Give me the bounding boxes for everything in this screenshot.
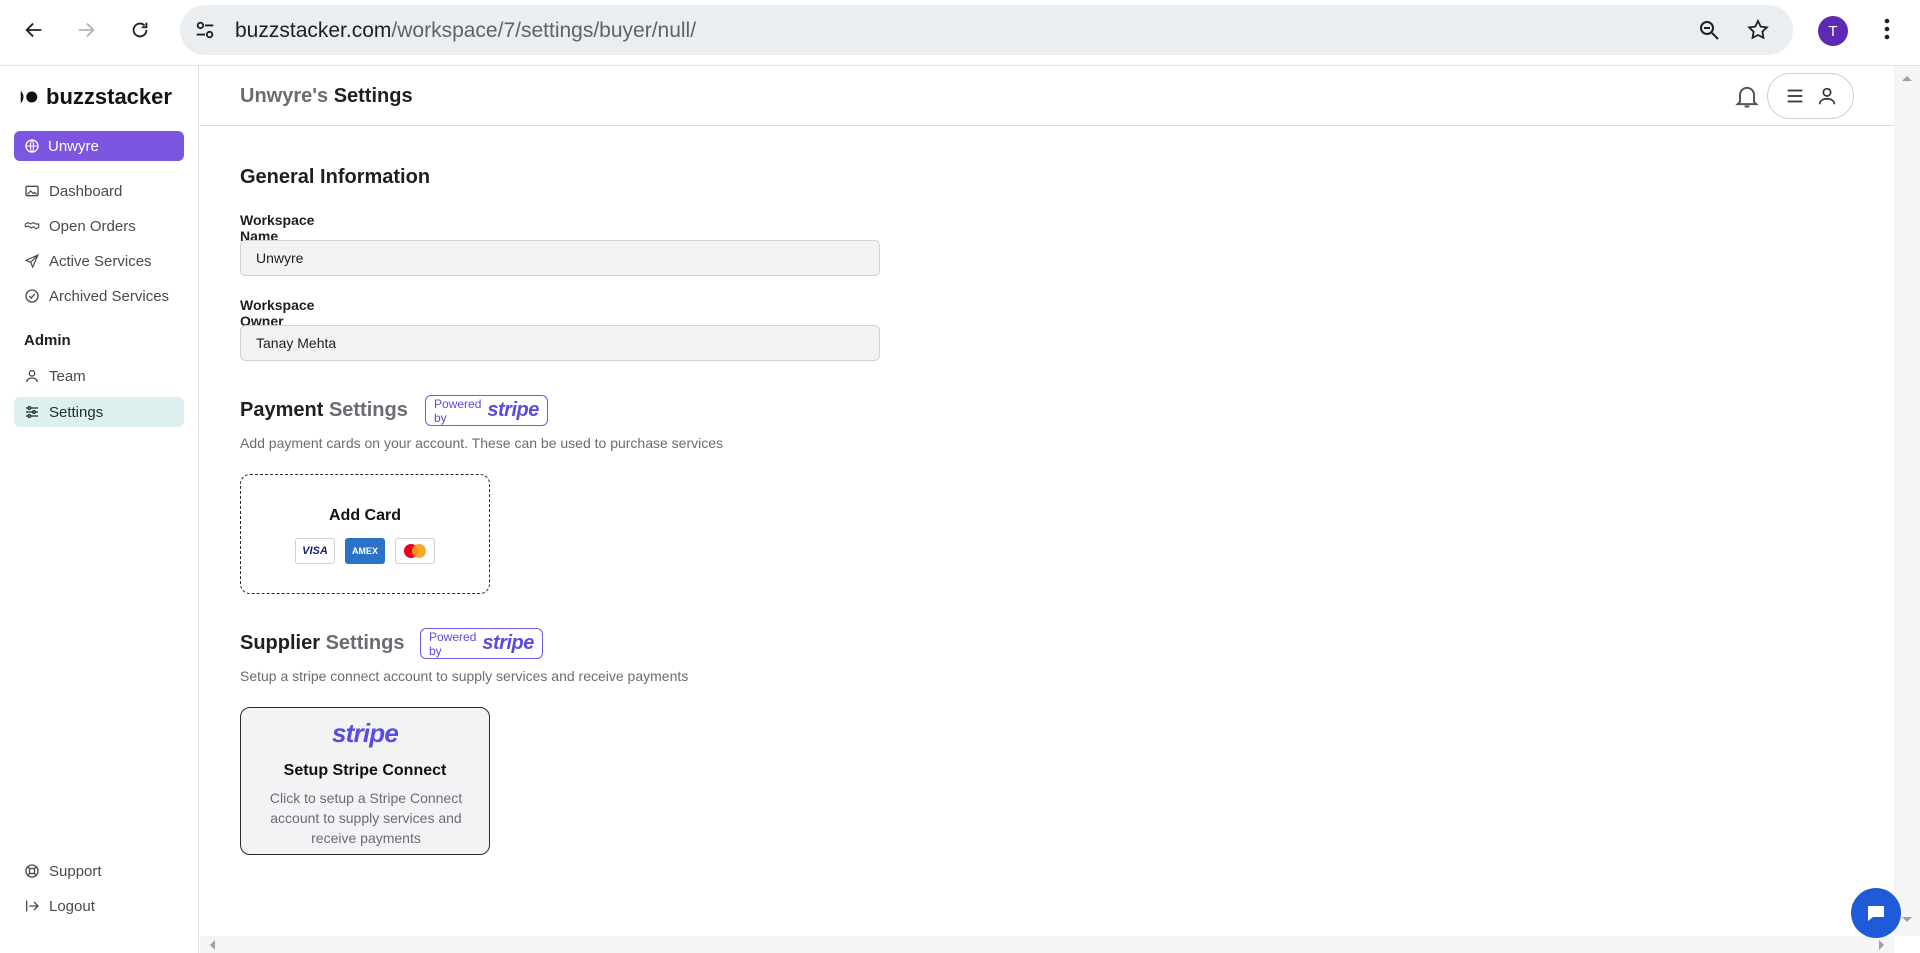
reload-icon — [132, 22, 148, 38]
sidebar-item-team[interactable]: Team — [14, 361, 184, 391]
sliders-icon — [26, 406, 38, 418]
scroll-left-icon[interactable] — [208, 939, 216, 951]
reload-button[interactable] — [120, 10, 160, 50]
sidebar-item-label: Settings — [49, 403, 104, 421]
handshake-icon — [24, 222, 40, 230]
lifebuoy-icon — [25, 864, 39, 878]
sidebar-item-logout[interactable]: Logout — [14, 891, 184, 921]
admin-heading: Admin — [24, 332, 71, 349]
user-icon — [1818, 87, 1835, 105]
stripe-connect-title: Setup Stripe Connect — [283, 762, 447, 779]
sidebar-item-label: Archived Services — [49, 287, 170, 305]
page-title-text: Settings — [333, 85, 413, 107]
sidebar-item-label: Open Orders — [49, 217, 136, 235]
sidebar-item-archived-services[interactable]: Archived Services — [14, 281, 184, 311]
powered-by-stripe-badge[interactable]: Powered by stripe — [420, 628, 543, 659]
forward-button[interactable] — [66, 10, 106, 50]
badge-prefix: Powered by — [429, 629, 477, 658]
sidebar: buzzstacker Unwyre Dashboard Open Orders… — [0, 66, 199, 953]
logout-icon — [26, 900, 39, 912]
stripe-logo: stripe — [331, 718, 399, 748]
arrow-right-icon — [78, 22, 95, 38]
add-card-label: Add Card — [329, 507, 401, 524]
sidebar-item-open-orders[interactable]: Open Orders — [14, 211, 184, 241]
user-menu-button[interactable] — [1767, 73, 1854, 119]
sidebar-item-support[interactable]: Support — [14, 856, 184, 886]
card-brand-logos: VISA AMEX — [295, 538, 435, 564]
sidebar-item-label: Team — [49, 367, 86, 385]
sidebar-item-label: Dashboard — [49, 182, 123, 200]
payment-heading-strong: Payment — [240, 399, 324, 421]
payment-heading-muted: Settings — [328, 399, 408, 421]
powered-by-stripe-badge[interactable]: Powered by stripe — [425, 395, 548, 426]
more-vertical-icon — [1884, 18, 1890, 40]
supplier-heading-muted: Settings — [325, 632, 405, 654]
setup-stripe-connect-button[interactable]: stripe Setup Stripe Connect Click to set… — [240, 707, 490, 855]
scroll-up-icon[interactable] — [1901, 74, 1913, 82]
profile-avatar[interactable]: T — [1818, 16, 1848, 46]
chat-bubble-icon — [1868, 906, 1884, 921]
mastercard-logo — [395, 538, 435, 564]
horizontal-scrollbar[interactable] — [200, 936, 1894, 953]
url-path: /workspace/7/settings/buyer/null/ — [391, 19, 697, 42]
bookmark-star-icon[interactable] — [1746, 18, 1770, 42]
hamburger-icon — [1787, 89, 1802, 103]
arrow-left-icon — [25, 22, 42, 38]
supplier-heading-strong: Supplier — [240, 632, 321, 654]
scroll-right-icon[interactable] — [1878, 939, 1886, 951]
general-information-heading: General Information — [240, 166, 431, 188]
send-icon — [24, 253, 40, 269]
bell-icon[interactable] — [1733, 82, 1761, 110]
browser-menu-button[interactable] — [1872, 14, 1902, 44]
workspace-name-field[interactable]: Unwyre — [240, 240, 880, 276]
check-circle-icon — [25, 289, 39, 303]
amex-logo: AMEX — [345, 538, 385, 564]
buzzstacker-logo-icon — [20, 90, 38, 104]
vertical-scrollbar[interactable] — [1894, 66, 1920, 936]
sidebar-item-label: Logout — [49, 897, 95, 915]
sidebar-item-label: Support — [49, 862, 102, 880]
url-host: buzzstacker.com — [235, 19, 392, 42]
address-bar[interactable]: buzzstacker.com/workspace/7/settings/buy… — [180, 5, 1793, 55]
page-title-workspace: Unwyre's — [240, 85, 329, 107]
payment-description: Add payment cards on your account. These… — [240, 435, 724, 451]
sidebar-item-dashboard[interactable]: Dashboard — [14, 176, 184, 206]
logo-text: buzzstacker — [46, 84, 172, 109]
add-card-button[interactable]: Add Card VISA AMEX — [240, 474, 490, 594]
user-icon — [26, 370, 38, 383]
payment-settings-heading: Payment Settings — [240, 399, 408, 422]
supplier-description: Setup a stripe connect account to supply… — [240, 668, 689, 684]
app-logo[interactable]: buzzstacker — [18, 84, 172, 110]
image-icon — [25, 185, 39, 197]
supplier-settings-heading: Supplier Settings — [240, 632, 404, 655]
sidebar-item-settings[interactable]: Settings — [14, 397, 184, 427]
stripe-logo: stripe — [482, 632, 534, 654]
workspace-name: Unwyre — [48, 137, 99, 155]
workspace-switcher-button[interactable]: Unwyre — [14, 131, 184, 161]
stripe-connect-description: Click to setup a Stripe Connect account … — [269, 790, 463, 846]
globe-icon — [25, 139, 39, 153]
visa-logo: VISA — [295, 538, 335, 564]
page-header: Unwyre's Settings — [200, 66, 1894, 126]
badge-prefix: Powered by — [434, 396, 482, 425]
stripe-logo: stripe — [487, 399, 539, 421]
mastercard-circles-icon — [404, 544, 426, 558]
workspace-owner-field[interactable]: Tanay Mehta — [240, 325, 880, 361]
back-button[interactable] — [14, 10, 54, 50]
browser-toolbar: buzzstacker.com/workspace/7/settings/buy… — [0, 0, 1920, 66]
sidebar-item-label: Active Services — [49, 252, 152, 270]
main-content: Unwyre's Settings General Information Wo… — [200, 66, 1894, 936]
site-info-icon[interactable] — [194, 19, 216, 41]
scroll-down-icon[interactable] — [1901, 916, 1913, 924]
chat-launcher-button[interactable] — [1851, 888, 1901, 938]
page-title: Unwyre's Settings — [240, 85, 413, 108]
url-text[interactable]: buzzstacker.com/workspace/7/settings/buy… — [235, 19, 696, 43]
zoom-icon[interactable] — [1697, 18, 1721, 42]
sidebar-item-active-services[interactable]: Active Services — [14, 246, 184, 276]
